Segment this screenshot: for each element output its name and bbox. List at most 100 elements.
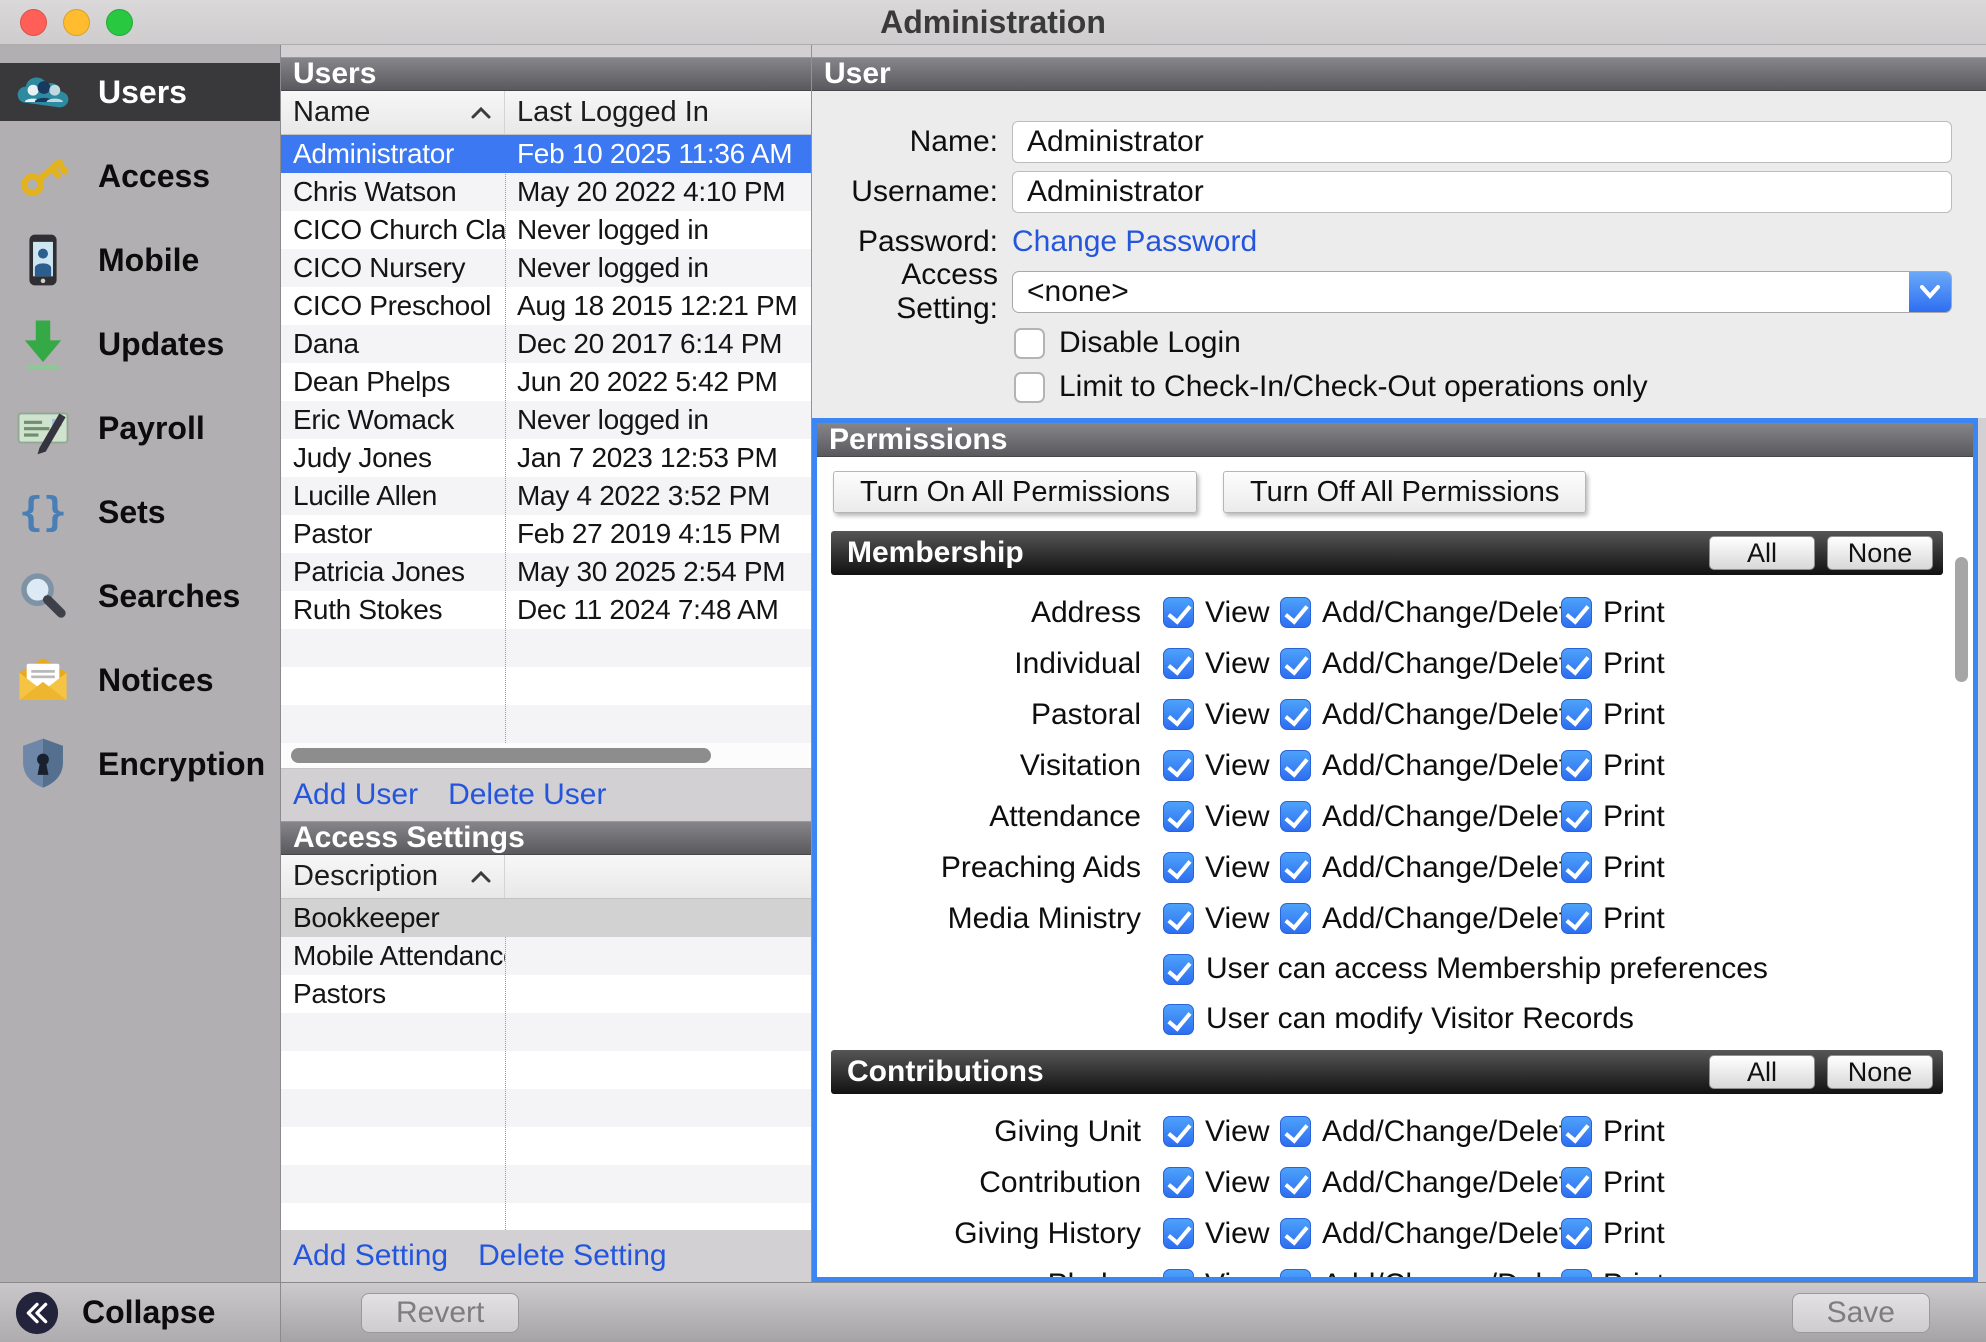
view-checkbox[interactable] [1163, 597, 1194, 628]
print-checkbox[interactable] [1561, 1269, 1592, 1277]
user-row[interactable]: DanaDec 20 2017 6:14 PM [281, 325, 811, 363]
print-checkbox[interactable] [1561, 699, 1592, 730]
acd-checkbox[interactable] [1280, 597, 1311, 628]
acd-checkbox[interactable] [1280, 648, 1311, 679]
view-checkbox[interactable] [1163, 1167, 1194, 1198]
users-column-last-logged-in[interactable]: Last Logged In [505, 91, 811, 134]
change-password-link[interactable]: Change Password [1012, 225, 1257, 259]
acd-checkbox[interactable] [1280, 1116, 1311, 1147]
acd-checkbox[interactable] [1280, 801, 1311, 832]
delete-setting-link[interactable]: Delete Setting [478, 1239, 666, 1273]
view-checkbox[interactable] [1163, 852, 1194, 883]
limit-checkin-checkbox[interactable] [1014, 372, 1045, 403]
print-cell: Print [1561, 1115, 1665, 1149]
disable-login-checkbox[interactable] [1014, 328, 1045, 359]
print-checkbox[interactable] [1561, 852, 1592, 883]
sidebar-item-sets[interactable]: {} Sets [0, 483, 280, 541]
access-setting-row[interactable]: Mobile Attendance [281, 937, 811, 975]
chevron-down-icon[interactable] [1909, 272, 1951, 312]
user-row[interactable]: CICO Church ClassNever logged in [281, 211, 811, 249]
print-checkbox[interactable] [1561, 903, 1592, 934]
print-checkbox[interactable] [1561, 648, 1592, 679]
add-user-link[interactable]: Add User [293, 778, 418, 812]
view-checkbox[interactable] [1163, 1218, 1194, 1249]
view-checkbox[interactable] [1163, 699, 1194, 730]
close-window-button[interactable] [20, 9, 47, 36]
print-checkbox[interactable] [1561, 1218, 1592, 1249]
user-row[interactable]: AdministratorFeb 10 2025 11:36 AM [281, 135, 811, 173]
acd-checkbox[interactable] [1280, 750, 1311, 781]
user-row[interactable]: Chris WatsonMay 20 2022 4:10 PM [281, 173, 811, 211]
section-none-button[interactable]: None [1827, 1055, 1933, 1089]
horizontal-scrollbar-thumb[interactable] [291, 748, 711, 763]
add-setting-link[interactable]: Add Setting [293, 1239, 448, 1273]
limit-checkin-row[interactable]: Limit to Check-In/Check-Out operations o… [1014, 365, 1986, 409]
print-checkbox[interactable] [1561, 597, 1592, 628]
print-cell: Print [1561, 749, 1665, 783]
sidebar-item-notices[interactable]: Notices [0, 651, 280, 709]
username-input[interactable] [1012, 171, 1952, 213]
acd-checkbox[interactable] [1280, 903, 1311, 934]
print-checkbox[interactable] [1561, 750, 1592, 781]
turn-off-all-permissions-button[interactable]: Turn Off All Permissions [1223, 471, 1586, 513]
user-row[interactable]: Lucille AllenMay 4 2022 3:52 PM [281, 477, 811, 515]
user-row[interactable]: Dean PhelpsJun 20 2022 5:42 PM [281, 363, 811, 401]
user-row[interactable]: CICO NurseryNever logged in [281, 249, 811, 287]
extra-checkbox[interactable] [1163, 1004, 1194, 1035]
acd-checkbox[interactable] [1280, 1218, 1311, 1249]
user-row[interactable]: Ruth StokesDec 11 2024 7:48 AM [281, 591, 811, 629]
view-checkbox[interactable] [1163, 903, 1194, 934]
disable-login-row[interactable]: Disable Login [1014, 321, 1986, 365]
turn-on-all-permissions-button[interactable]: Turn On All Permissions [833, 471, 1197, 513]
view-checkbox[interactable] [1163, 648, 1194, 679]
sidebar-item-mobile[interactable]: Mobile [0, 231, 280, 289]
user-row[interactable]: Patricia JonesMay 30 2025 2:54 PM [281, 553, 811, 591]
acd-checkbox[interactable] [1280, 852, 1311, 883]
users-table-body[interactable]: AdministratorFeb 10 2025 11:36 AMChris W… [281, 135, 811, 743]
access-table-body[interactable]: BookkeeperMobile AttendancePastors [281, 899, 811, 1230]
sidebar-item-encryption[interactable]: Encryption [0, 735, 280, 793]
print-checkbox[interactable] [1561, 1167, 1592, 1198]
print-checkbox[interactable] [1561, 801, 1592, 832]
section-all-button[interactable]: All [1709, 536, 1815, 570]
sidebar-item-payroll[interactable]: Payroll [0, 399, 280, 457]
access-column-description[interactable]: Description [281, 855, 505, 898]
view-checkbox[interactable] [1163, 1116, 1194, 1147]
acd-checkbox[interactable] [1280, 699, 1311, 730]
section-none-button[interactable]: None [1827, 536, 1933, 570]
sidebar-item-access[interactable]: Access [0, 147, 280, 205]
permission-row: Giving UnitViewAdd/Change/DeletePrint [831, 1106, 1943, 1157]
view-checkbox[interactable] [1163, 750, 1194, 781]
revert-button[interactable]: Revert [361, 1293, 519, 1333]
access-setting-row[interactable]: Bookkeeper [281, 899, 811, 937]
users-horizontal-scrollbar[interactable] [281, 743, 811, 769]
vertical-scrollbar-thumb[interactable] [1955, 557, 1968, 682]
acd-checkbox[interactable] [1280, 1167, 1311, 1198]
section-all-button[interactable]: All [1709, 1055, 1815, 1089]
view-checkbox[interactable] [1163, 1269, 1194, 1277]
sidebar-item-users[interactable]: Users [0, 63, 280, 121]
acd-checkbox[interactable] [1280, 1269, 1311, 1277]
extra-checkbox[interactable] [1163, 954, 1194, 985]
sidebar-item-updates[interactable]: Updates [0, 315, 280, 373]
delete-user-link[interactable]: Delete User [448, 778, 606, 812]
collapse-sidebar-button[interactable]: Collapse [0, 1283, 281, 1342]
access-setting-dropdown[interactable]: <none> [1012, 271, 1952, 313]
name-input[interactable] [1012, 121, 1952, 163]
permission-row-label: Contribution [831, 1166, 1141, 1200]
user-row[interactable]: Judy JonesJan 7 2023 12:53 PM [281, 439, 811, 477]
users-column-name[interactable]: Name [281, 91, 505, 134]
user-row[interactable]: PastorFeb 27 2019 4:15 PM [281, 515, 811, 553]
save-button[interactable]: Save [1792, 1293, 1930, 1333]
user-row[interactable]: Eric WomackNever logged in [281, 401, 811, 439]
column-label: Last Logged In [517, 96, 709, 129]
permission-extra-row[interactable]: User can modify Visitor Records [1163, 994, 1943, 1044]
minimize-window-button[interactable] [63, 9, 90, 36]
permission-extra-row[interactable]: User can access Membership preferences [1163, 944, 1943, 994]
access-setting-row[interactable]: Pastors [281, 975, 811, 1013]
zoom-window-button[interactable] [106, 9, 133, 36]
user-row[interactable]: CICO PreschoolAug 18 2015 12:21 PM [281, 287, 811, 325]
print-checkbox[interactable] [1561, 1116, 1592, 1147]
view-checkbox[interactable] [1163, 801, 1194, 832]
sidebar-item-searches[interactable]: Searches [0, 567, 280, 625]
